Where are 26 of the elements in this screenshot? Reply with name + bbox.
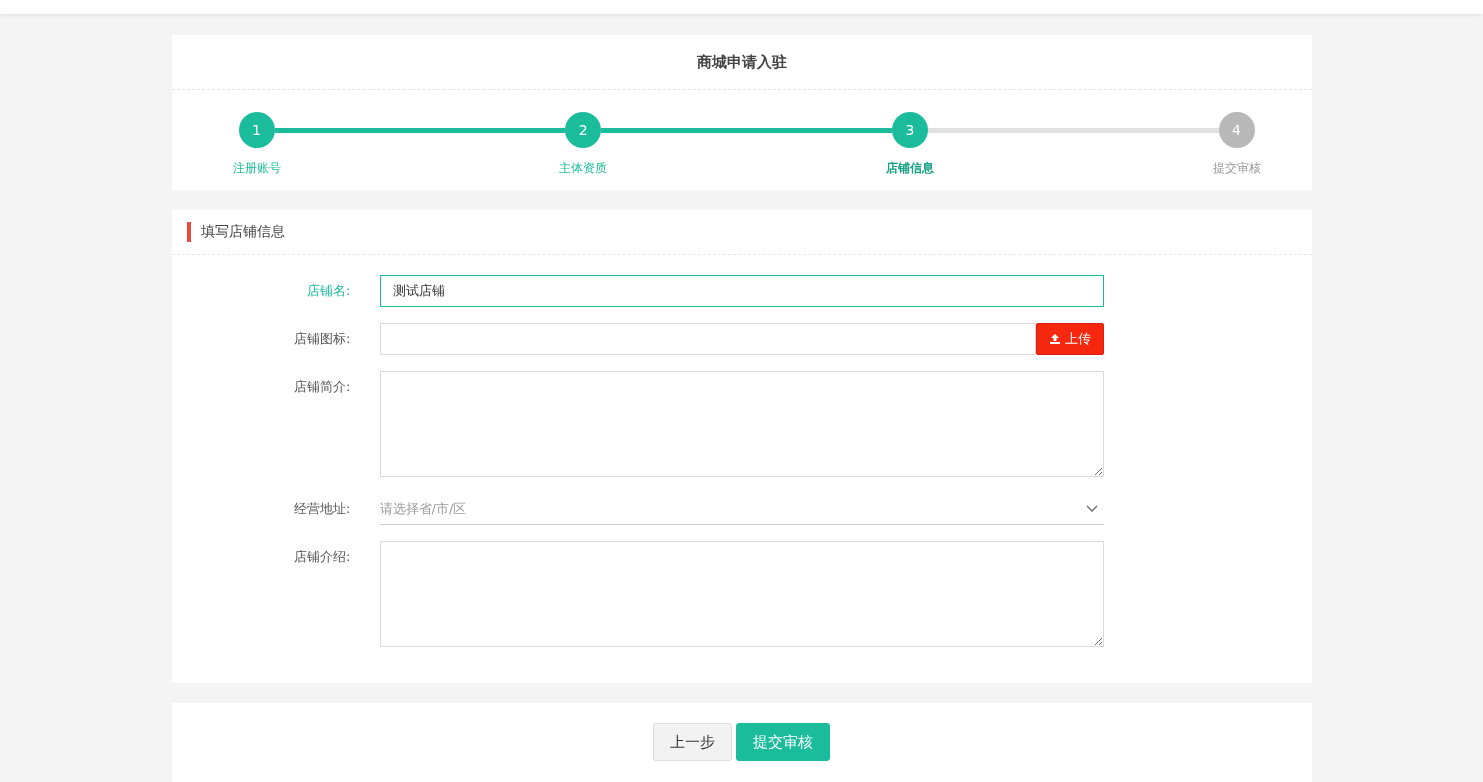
step-label: 店铺信息 xyxy=(884,160,935,177)
accent-bar xyxy=(186,222,191,242)
file-field[interactable] xyxy=(379,323,1036,355)
field-label: 店铺名: xyxy=(306,282,351,300)
step-number: 2 xyxy=(565,112,602,148)
step-label: 主体资质 xyxy=(558,160,609,177)
chevron-down-icon xyxy=(1085,504,1098,513)
step-number: 1 xyxy=(238,112,275,148)
text-field[interactable]: 测试店铺 xyxy=(379,275,1104,307)
text-area[interactable] xyxy=(379,541,1104,647)
field-label: 店铺图标: xyxy=(293,330,351,348)
upload-icon xyxy=(1048,333,1061,345)
field-label: 店铺简介: xyxy=(293,378,351,396)
field-label: 经营地址: xyxy=(293,500,351,518)
back-button[interactable]: 上一步 xyxy=(653,723,732,761)
address-select[interactable]: 请选择省/市/区 xyxy=(379,493,1104,525)
section-title: 填写店铺信息 xyxy=(200,223,285,241)
step-label: 注册账号 xyxy=(231,160,282,177)
upload-button[interactable]: 上传 xyxy=(1035,323,1104,355)
step-label: 提交审核 xyxy=(1211,160,1262,177)
text-area[interactable] xyxy=(379,371,1104,477)
field-label: 店铺介绍: xyxy=(293,548,351,566)
page-title: 商城申请入驻 xyxy=(171,35,1312,90)
step-number: 4 xyxy=(1218,112,1255,148)
submit-button[interactable]: 提交审核 xyxy=(736,723,830,761)
step-number: 3 xyxy=(891,112,928,148)
